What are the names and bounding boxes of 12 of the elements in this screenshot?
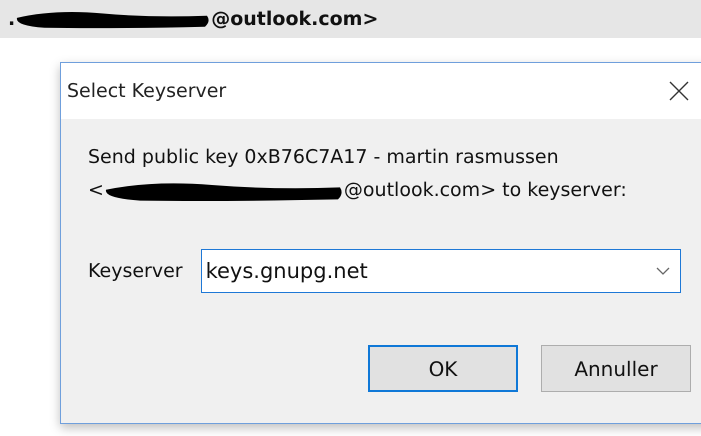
cancel-button[interactable]: Annuller (541, 345, 691, 392)
message-text: < (88, 178, 104, 203)
message-text: Send public key 0xB76C7A17 - martin rasmussen (88, 145, 560, 170)
close-icon[interactable] (669, 81, 689, 101)
ok-button[interactable]: OK (368, 345, 518, 392)
email-text: @outlook.com> (211, 8, 378, 30)
keyserver-combobox[interactable]: keys.gnupg.net (200, 249, 681, 293)
window-title: Select Keyserver (67, 80, 226, 102)
keyserver-label: Keyserver (88, 260, 183, 282)
message-text: @outlook.com> to keyserver: (344, 178, 627, 203)
punctuation-mark: . (8, 8, 16, 30)
chevron-down-icon[interactable] (656, 267, 670, 275)
